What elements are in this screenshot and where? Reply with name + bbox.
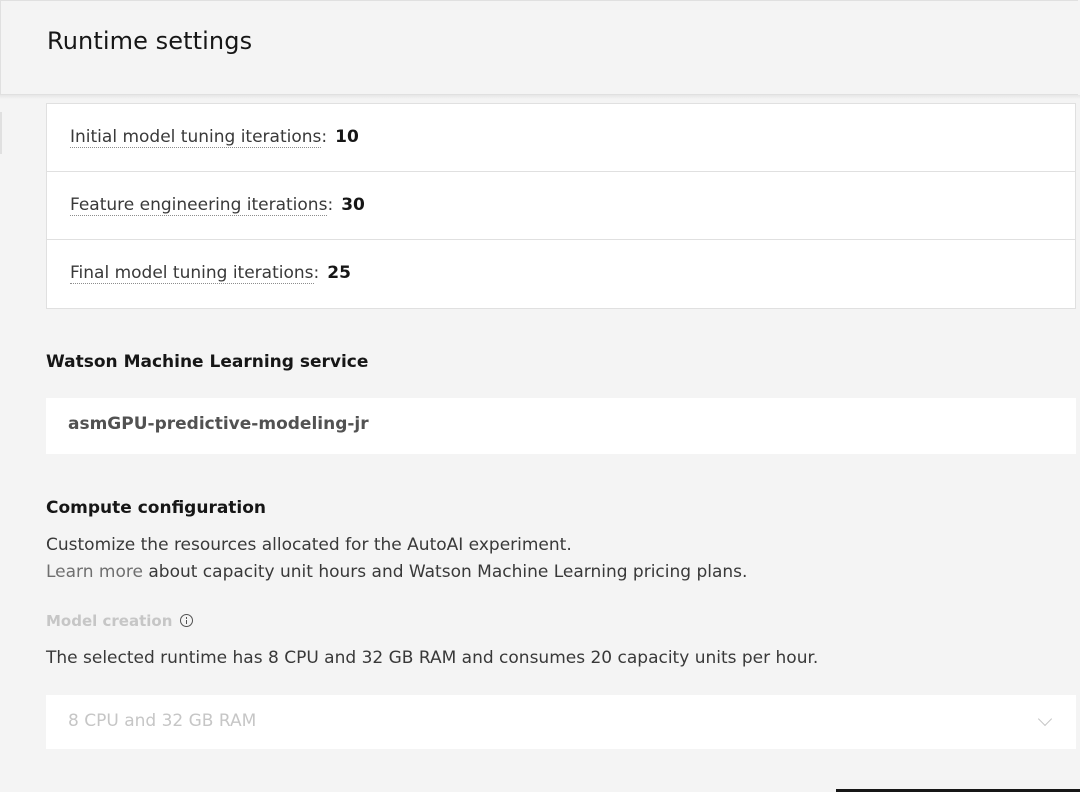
label-colon: : [321,127,328,147]
learn-more-link[interactable]: Learn more [46,562,143,582]
wml-service-name: asmGPU-predictive-modeling-jr [68,414,369,434]
iteration-row-feature-engineering: Feature engineering iterations: 30 [47,172,1075,240]
learn-more-line: Learn more about capacity unit hours and… [46,562,747,582]
wml-service-heading: Watson Machine Learning service [46,352,369,372]
model-creation-label-row: Model creation [46,612,194,630]
iteration-label-tooltip[interactable]: Initial model tuning iterations [70,127,322,148]
info-icon[interactable] [180,614,194,627]
compute-config-heading: Compute configuration [46,498,267,518]
runtime-summary: The selected runtime has 8 CPU and 32 GB… [46,648,819,668]
iteration-value: 25 [327,263,351,283]
compute-description: Customize the resources allocated for th… [46,535,572,555]
iteration-label-tooltip[interactable]: Feature engineering iterations [70,195,328,216]
chevron-down-icon [1037,711,1053,727]
runtime-select-value: 8 CPU and 32 GB RAM [68,711,257,731]
label-colon: : [327,195,334,215]
learn-more-suffix: about capacity unit hours and Watson Mac… [142,562,748,582]
header-divider [0,95,1080,99]
scroll-edge [0,112,2,154]
wml-service-field: asmGPU-predictive-modeling-jr [46,398,1076,454]
iteration-row-final-tuning: Final model tuning iterations: 25 [47,240,1075,308]
panel-header: Runtime settings [0,0,1078,95]
runtime-settings-panel: Runtime settings Initial model tuning it… [0,0,1080,792]
runtime-select[interactable]: 8 CPU and 32 GB RAM [46,695,1076,749]
iteration-row-initial-tuning: Initial model tuning iterations: 10 [47,104,1075,172]
model-creation-label: Model creation [46,612,173,630]
iteration-label-tooltip[interactable]: Final model tuning iterations [70,263,314,284]
label-colon: : [313,263,320,283]
iteration-value: 10 [335,127,359,147]
iteration-value: 30 [341,195,365,215]
iterations-panel: Initial model tuning iterations: 10 Featu… [46,103,1076,309]
page-title: Runtime settings [47,27,253,55]
